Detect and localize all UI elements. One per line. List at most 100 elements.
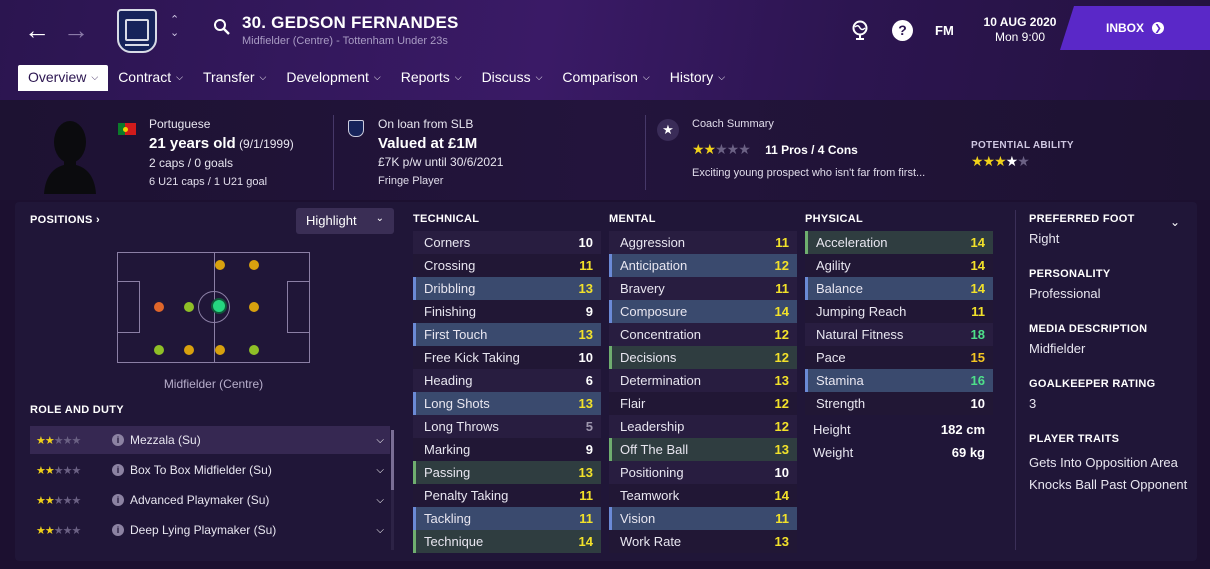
- role-row[interactable]: ★★★★★ i Deep Lying Playmaker (Su) ⌵: [30, 516, 390, 544]
- highlight-dropdown[interactable]: Highlight ⌄: [296, 208, 394, 234]
- attribute-row[interactable]: Bravery 11: [609, 277, 797, 300]
- portugal-flag-icon: [118, 123, 136, 135]
- scrollbar-thumb[interactable]: [391, 430, 394, 490]
- info-icon[interactable]: i: [112, 524, 124, 536]
- tab-reports[interactable]: Reports ⌵: [391, 65, 472, 91]
- role-row[interactable]: ★★★★★ i Mezzala (Su) ⌵: [30, 426, 390, 454]
- highlight-label: Highlight: [306, 213, 357, 228]
- fm-logo[interactable]: FM: [935, 23, 954, 38]
- tab-comparison[interactable]: Comparison ⌵: [552, 65, 659, 91]
- search-icon[interactable]: [213, 18, 231, 36]
- tab-history[interactable]: History ⌵: [660, 65, 735, 91]
- attribute-value: 12: [774, 419, 789, 434]
- chevron-down-icon[interactable]: ⌵: [376, 435, 384, 446]
- info-icon[interactable]: i: [112, 434, 124, 446]
- attribute-row[interactable]: Crossing 11: [413, 254, 601, 277]
- tab-development[interactable]: Development ⌵: [276, 65, 390, 91]
- position-dot[interactable]: [154, 345, 164, 355]
- attribute-row[interactable]: First Touch 13: [413, 323, 601, 346]
- attribute-name: Teamwork: [620, 488, 680, 503]
- tab-overview[interactable]: Overview ⌵: [18, 65, 109, 91]
- player-trait[interactable]: Gets Into Opposition Area: [1029, 454, 1199, 472]
- attribute-row[interactable]: Heading 6: [413, 369, 601, 392]
- help-icon[interactable]: ?: [892, 20, 913, 41]
- coach-summary[interactable]: Coach Summary ★★★★★ 11 Pros / 4 Cons Exc…: [692, 115, 962, 183]
- attribute-row[interactable]: Finishing 9: [413, 300, 601, 323]
- coach-summary-label: Coach Summary: [692, 118, 774, 130]
- attribute-value: 6: [585, 373, 593, 388]
- role-row[interactable]: ★★★★★ i Advanced Playmaker (Su) ⌵: [30, 486, 390, 514]
- header: ← → ⌃ ⌄ 30. GEDSON FERNANDES Midfielder (…: [0, 0, 1210, 100]
- attribute-row[interactable]: Passing 13: [413, 461, 601, 484]
- attribute-row[interactable]: Long Shots 13: [413, 392, 601, 415]
- attribute-row[interactable]: Concentration 12: [609, 323, 797, 346]
- back-arrow-icon[interactable]: ←: [24, 17, 50, 43]
- game-date[interactable]: 10 AUG 2020 Mon 9:00: [972, 15, 1068, 45]
- position-dot[interactable]: [249, 345, 259, 355]
- nationality[interactable]: Portuguese: [149, 115, 294, 134]
- attribute-row[interactable]: Marking 9: [413, 438, 601, 461]
- position-dot[interactable]: [184, 302, 194, 312]
- attribute-row[interactable]: Balance 14: [805, 277, 993, 300]
- attribute-row[interactable]: Dribbling 13: [413, 277, 601, 300]
- chevron-down-icon[interactable]: ⌄: [1170, 215, 1180, 229]
- player-trait[interactable]: Knocks Ball Past Opponent: [1029, 476, 1199, 494]
- positions-title[interactable]: POSITIONS ›: [30, 214, 100, 226]
- position-dot[interactable]: [154, 302, 164, 312]
- attribute-row[interactable]: Acceleration 14: [805, 231, 993, 254]
- loan-status[interactable]: On loan from SLB: [378, 115, 503, 134]
- attribute-row[interactable]: Free Kick Taking 10: [413, 346, 601, 369]
- position-dot[interactable]: [184, 345, 194, 355]
- tab-contract[interactable]: Contract ⌵: [108, 65, 193, 91]
- attribute-row[interactable]: Anticipation 12: [609, 254, 797, 277]
- attribute-row[interactable]: Natural Fitness 18: [805, 323, 993, 346]
- attribute-row[interactable]: Technique 14: [413, 530, 601, 553]
- position-dot[interactable]: [215, 260, 225, 270]
- attribute-row[interactable]: Teamwork 14: [609, 484, 797, 507]
- attribute-row[interactable]: Vision 11: [609, 507, 797, 530]
- position-dot-main[interactable]: [211, 298, 227, 314]
- inbox-button[interactable]: INBOX ❯: [1060, 6, 1210, 50]
- attribute-row[interactable]: Pace 15: [805, 346, 993, 369]
- attribute-row[interactable]: Flair 12: [609, 392, 797, 415]
- attribute-row[interactable]: Determination 13: [609, 369, 797, 392]
- attribute-row[interactable]: Jumping Reach 11: [805, 300, 993, 323]
- attribute-row[interactable]: Corners 10: [413, 231, 601, 254]
- position-dot[interactable]: [215, 345, 225, 355]
- attribute-row[interactable]: Stamina 16: [805, 369, 993, 392]
- attribute-value: 16: [970, 373, 985, 388]
- chevron-down-icon[interactable]: ⌵: [376, 525, 384, 536]
- tab-discuss[interactable]: Discuss ⌵: [472, 65, 553, 91]
- attribute-row[interactable]: Decisions 12: [609, 346, 797, 369]
- globe-icon[interactable]: [851, 20, 869, 40]
- attribute-row[interactable]: Aggression 11: [609, 231, 797, 254]
- chevron-down-icon[interactable]: ⌵: [376, 465, 384, 476]
- attribute-row[interactable]: Composure 14: [609, 300, 797, 323]
- attribute-row[interactable]: Penalty Taking 11: [413, 484, 601, 507]
- position-dot[interactable]: [249, 302, 259, 312]
- attribute-row[interactable]: Positioning 10: [609, 461, 797, 484]
- chevron-down-icon[interactable]: ⌵: [376, 495, 384, 506]
- info-icon[interactable]: i: [112, 494, 124, 506]
- attribute-row[interactable]: Off The Ball 13: [609, 438, 797, 461]
- attribute-name: First Touch: [424, 327, 488, 342]
- position-dot[interactable]: [249, 260, 259, 270]
- attribute-row[interactable]: Tackling 11: [413, 507, 601, 530]
- player-subtitle[interactable]: Midfielder (Centre) - Tottenham Under 23…: [242, 35, 448, 47]
- attribute-row[interactable]: Strength 10: [805, 392, 993, 415]
- tab-transfer[interactable]: Transfer ⌵: [193, 65, 276, 91]
- attribute-row[interactable]: Work Rate 13: [609, 530, 797, 553]
- role-row[interactable]: ★★★★★ i Box To Box Midfielder (Su) ⌵: [30, 456, 390, 484]
- attribute-name: Balance: [816, 281, 863, 296]
- club-crest-icon[interactable]: [117, 9, 157, 53]
- attribute-name: Work Rate: [620, 534, 682, 549]
- chevron-up-down-icon[interactable]: ⌃ ⌄: [170, 14, 179, 40]
- info-icon[interactable]: i: [112, 464, 124, 476]
- attribute-name: Decisions: [620, 350, 677, 365]
- divider: [645, 115, 646, 190]
- attribute-row[interactable]: Leadership 12: [609, 415, 797, 438]
- attribute-row[interactable]: Agility 14: [805, 254, 993, 277]
- attribute-row[interactable]: Long Throws 5: [413, 415, 601, 438]
- forward-arrow-icon[interactable]: →: [63, 17, 89, 43]
- attribute-name: Leadership: [620, 419, 685, 434]
